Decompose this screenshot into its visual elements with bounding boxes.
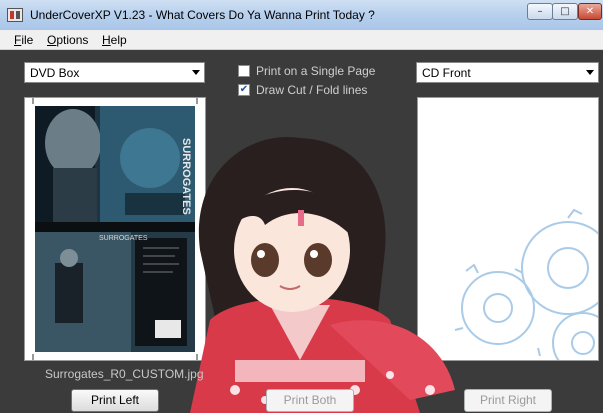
print-right-button[interactable]: Print Right	[464, 389, 552, 412]
single-page-label: Print on a Single Page	[256, 64, 376, 78]
menu-file[interactable]: File	[14, 33, 33, 47]
right-cover-type-value: CD Front	[422, 66, 471, 80]
minimize-button[interactable]: –	[527, 3, 553, 20]
menu-help-accel: H	[102, 33, 111, 47]
menu-options-accel: O	[47, 33, 57, 47]
maximize-button[interactable]: □	[552, 3, 578, 20]
window-title: UnderCoverXP V1.23 - What Covers Do Ya W…	[30, 8, 375, 22]
print-both-button[interactable]: Print Both	[266, 389, 354, 412]
menu-options-rest: ptions	[56, 33, 89, 47]
left-filename-label: Surrogates_R0_CUSTOM.jpg	[45, 367, 204, 381]
left-cover-preview[interactable]: SURROGATES SURROGATES	[24, 97, 206, 361]
dvd-back-title: SURROGATES	[99, 235, 148, 242]
menu-options[interactable]: Options	[47, 33, 88, 47]
main-area: DVD Box CD Front Print on a Single Page …	[0, 50, 603, 413]
dropdown-arrow-icon[interactable]	[586, 70, 594, 75]
left-cover-type-select[interactable]: DVD Box	[24, 62, 205, 83]
menu-bar: File Options Help	[0, 30, 603, 50]
dvd-cover-image: SURROGATES SURROGATES	[32, 98, 198, 360]
checkbox-icon[interactable]	[238, 65, 250, 77]
title-bar[interactable]: UnderCoverXP V1.23 - What Covers Do Ya W…	[0, 0, 603, 30]
print-left-button[interactable]: Print Left	[71, 389, 159, 412]
left-cover-type-value: DVD Box	[30, 66, 80, 80]
close-button[interactable]: ✕	[578, 3, 602, 20]
app-icon[interactable]	[7, 8, 23, 22]
menu-help[interactable]: Help	[102, 33, 127, 47]
menu-file-rest: ile	[21, 33, 34, 47]
dropdown-arrow-icon[interactable]	[192, 70, 200, 75]
right-cover-type-select[interactable]: CD Front	[416, 62, 599, 83]
mascot-illustration	[190, 136, 455, 413]
menu-help-rest: elp	[110, 33, 127, 47]
